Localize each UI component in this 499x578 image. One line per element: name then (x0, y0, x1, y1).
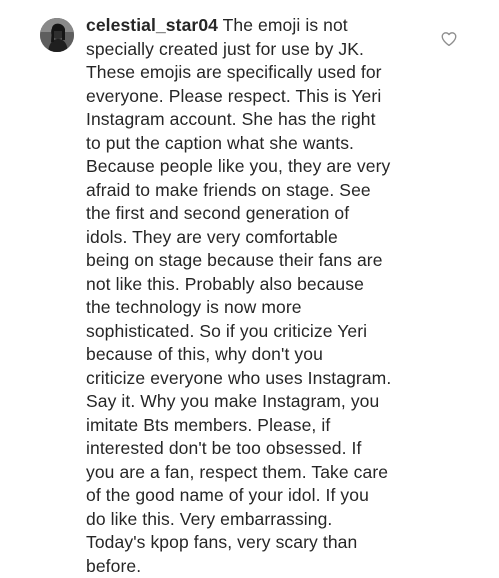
comment-line: the technology is now more (86, 296, 431, 320)
comment-line: Today's kpop fans, very scary than (86, 531, 431, 555)
comment-line: because of this, why don't you (86, 343, 431, 367)
comment-line: not like this. Probably also because (86, 273, 431, 297)
comment: celestial_star04 The emoji is not specia… (0, 0, 499, 567)
comment-line: Because people like you, they are very (86, 155, 431, 179)
comment-line-text: The emoji is not (218, 15, 348, 35)
comment-line: the first and second generation of (86, 202, 431, 226)
comment-line: specially created just for use by JK. (86, 38, 431, 62)
avatar[interactable] (40, 18, 74, 52)
comment-line: to put the caption what she wants. (86, 132, 431, 156)
comment-line: celestial_star04 The emoji is not (86, 14, 431, 38)
comment-line: before. (86, 555, 431, 578)
comment-line: interested don't be too obsessed. If (86, 437, 431, 461)
comment-line: idols. They are very comfortable (86, 226, 431, 250)
comment-line: everyone. Please respect. This is Yeri (86, 85, 431, 109)
comment-line: being on stage because their fans are (86, 249, 431, 273)
comment-line: of the good name of your idol. If you (86, 484, 431, 508)
comment-line: imitate Bts members. Please, if (86, 414, 431, 438)
avatar-image (40, 18, 74, 52)
comment-line: criticize everyone who uses Instagram. (86, 367, 431, 391)
comment-line: you are a fan, respect them. Take care (86, 461, 431, 485)
like-button[interactable] (440, 30, 458, 48)
comment-line: do like this. Very embarrassing. (86, 508, 431, 532)
comment-username[interactable]: celestial_star04 (86, 15, 218, 35)
comment-line: Instagram account. She has the right (86, 108, 431, 132)
comment-line: sophisticated. So if you criticize Yeri (86, 320, 431, 344)
heart-outline-icon (440, 30, 458, 48)
comment-text: celestial_star04 The emoji is not specia… (86, 14, 431, 578)
comment-line: afraid to make friends on stage. See (86, 179, 431, 203)
comment-line: Say it. Why you make Instagram, you (86, 390, 431, 414)
comment-line: These emojis are specifically used for (86, 61, 431, 85)
